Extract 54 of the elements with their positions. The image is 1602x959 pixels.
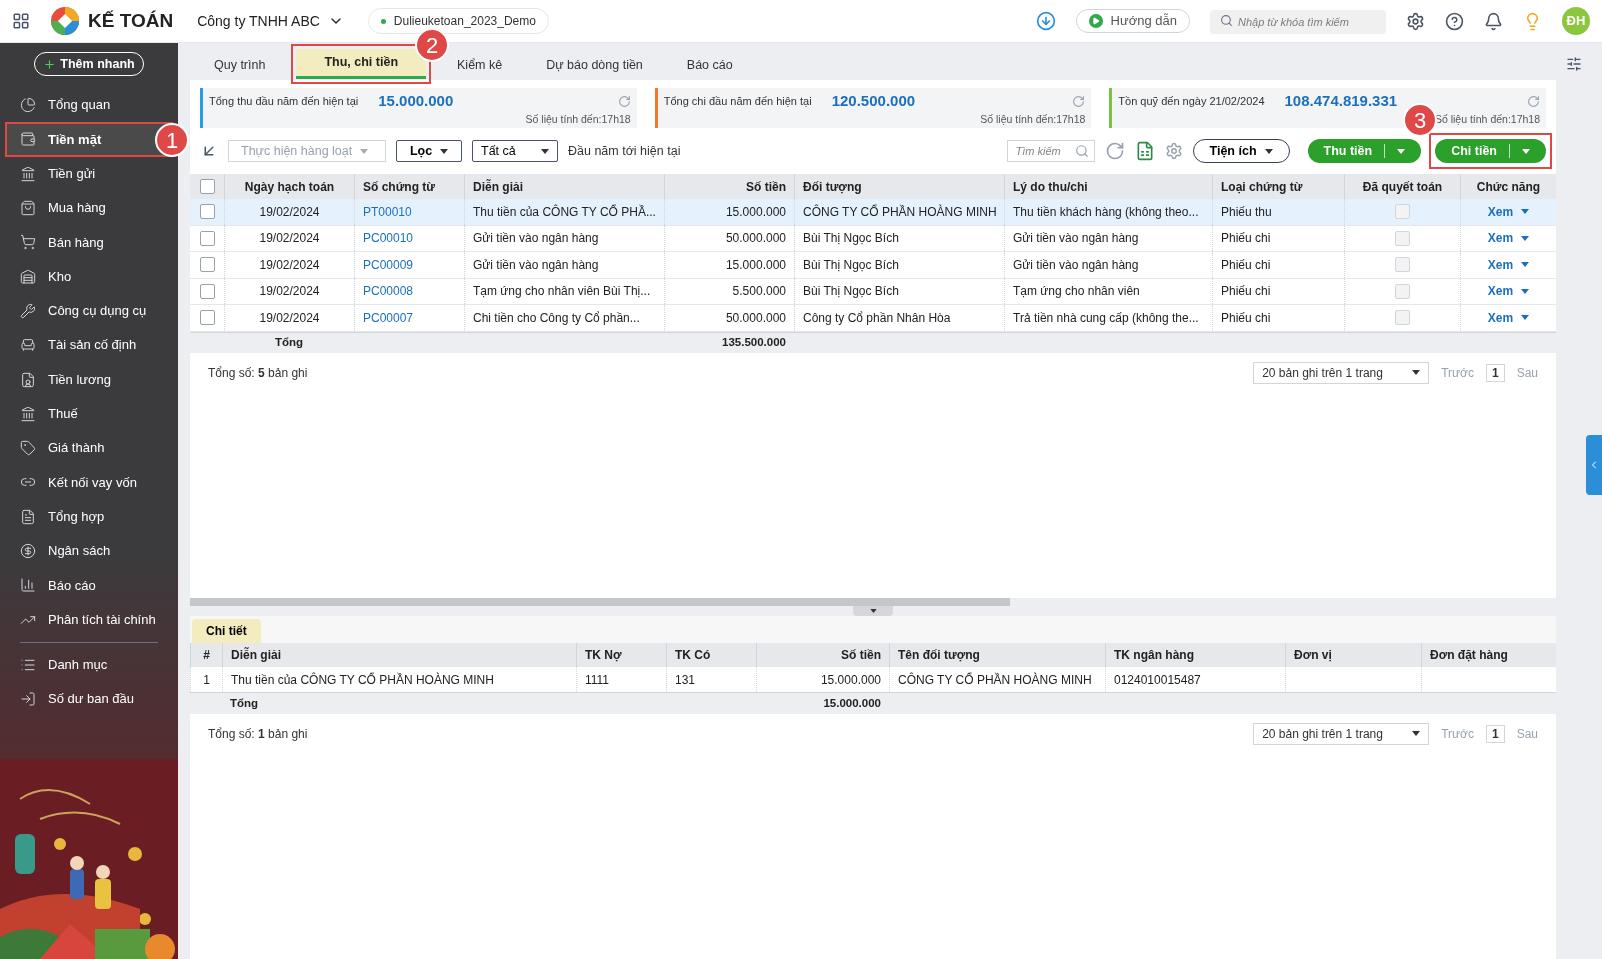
- card-note: Số liệu tính đến:17h18: [980, 111, 1086, 127]
- table-cell: 50.000.000: [664, 225, 794, 252]
- table-cell: Phiếu thu: [1212, 198, 1344, 225]
- table-cell: 19/02/2024: [224, 198, 354, 225]
- table-cell: Chi tiền cho Công ty Cổ phần...: [464, 304, 664, 331]
- table-cell: Thu tiền của CÔNG TY CỔ PHẦN HOÀNG MINH: [222, 666, 576, 692]
- table-cell: 15.000.000: [664, 198, 794, 225]
- table-cell: Trả tiền nhà cung cấp (không the...: [1004, 304, 1212, 331]
- table-cell: Gửi tiền vào ngân hàng: [1004, 251, 1212, 278]
- table-cell: Phiếu chi: [1212, 278, 1344, 305]
- total-label: Tổng: [229, 695, 260, 711]
- total-amount: 135.500.000: [721, 334, 787, 350]
- table-cell: 1: [190, 666, 222, 692]
- card-value: 120.500.000: [831, 91, 916, 111]
- table-cell: Thu tiền của CÔNG TY CỔ PHẦ...: [464, 198, 664, 225]
- card-label: Tổng thu đầu năm đến hiện tại: [209, 94, 359, 109]
- table-cell: Thu tiền khách hàng (không theo...: [1004, 198, 1212, 225]
- table-cell: Phiếu chi: [1212, 304, 1344, 331]
- card-value: 108.474.819.331: [1284, 91, 1398, 111]
- card-label: Tồn quỹ đến ngày 21/02/2024: [1118, 94, 1265, 109]
- card-label: Tổng chi đầu năm đến hiện tại: [663, 94, 812, 109]
- table-cell: Tạm ứng cho nhân viên: [1004, 278, 1212, 305]
- table-cell: 19/02/2024: [224, 278, 354, 305]
- table-cell: 15.000.000: [664, 251, 794, 278]
- table-cell: Bùi Thị Ngọc Bích: [794, 251, 1004, 278]
- table-cell: 50.000.000: [664, 304, 794, 331]
- card-note: Số liệu tính đến:17h18: [525, 111, 631, 127]
- table-cell: Gửi tiền vào ngân hàng: [464, 251, 664, 278]
- table-cell: 15.000.000: [756, 666, 889, 692]
- table-cell: CÔNG TY CỔ PHẦN HOÀNG MINH: [889, 666, 1105, 692]
- table-cell: 19/02/2024: [224, 304, 354, 331]
- step-number: 1: [155, 123, 189, 157]
- table-cell: Phiếu chi: [1212, 225, 1344, 252]
- table-cell: 0124010015487: [1105, 666, 1285, 692]
- table-cell: Gửi tiền vào ngân hàng: [1004, 225, 1212, 252]
- table-cell: Gửi tiền vào ngân hàng: [464, 225, 664, 252]
- record-count: Tổng số: 5 bản ghi: [208, 364, 308, 382]
- app-name: KẾ TOÁN: [88, 8, 174, 33]
- table-cell: 131: [666, 666, 756, 692]
- record-count: Tổng số: 1 bản ghi: [208, 725, 308, 743]
- period-label: Đầu năm tới hiện tại: [568, 142, 681, 160]
- card-value: 15.000.000: [378, 91, 454, 111]
- table-cell: 1111: [576, 666, 666, 692]
- table-cell: Bùi Thị Ngọc Bích: [794, 225, 1004, 252]
- table-cell: Phiếu chi: [1212, 251, 1344, 278]
- total-amount: 15.000.000: [822, 695, 882, 711]
- table-cell: Công ty Cổ phần Nhân Hòa: [794, 304, 1004, 331]
- table-cell: 19/02/2024: [224, 225, 354, 252]
- table-cell: 5.500.000: [664, 278, 794, 305]
- table-cell: CÔNG TY CỔ PHẦN HOÀNG MINH: [794, 198, 1004, 225]
- table-cell: Bùi Thị Ngọc Bích: [794, 278, 1004, 305]
- table-cell: Tạm ứng cho nhân viên Bùi Thị...: [464, 278, 664, 305]
- table-cell: 19/02/2024: [224, 251, 354, 278]
- total-label: Tổng: [273, 334, 305, 350]
